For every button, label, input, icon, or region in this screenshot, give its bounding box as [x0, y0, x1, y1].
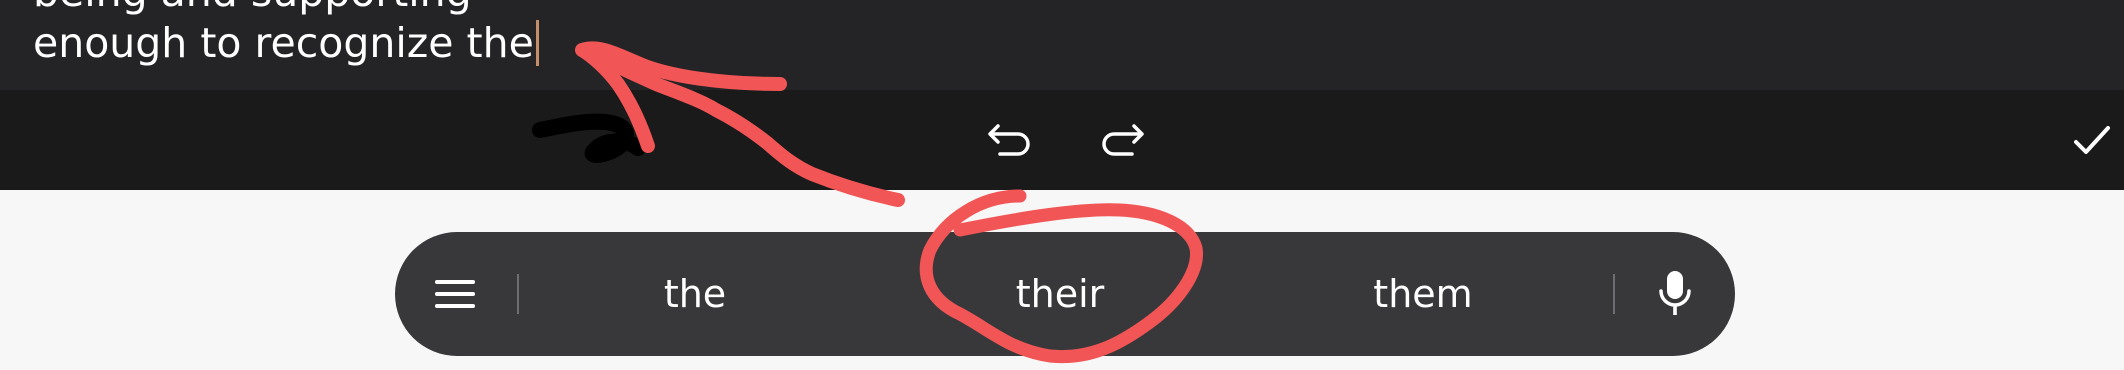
divider	[1613, 274, 1615, 314]
suggestion-item[interactable]: them	[1303, 232, 1543, 356]
undo-icon	[988, 124, 1030, 156]
text-editor[interactable]: being and supporting enough to recognize…	[0, 0, 2124, 90]
editor-previous-line: being and supporting	[33, 0, 472, 13]
suggestion-item[interactable]: their	[940, 232, 1180, 356]
menu-icon	[435, 280, 475, 308]
keyboard-area: the their them	[0, 190, 2124, 370]
editor-current-line[interactable]: enough to recognize the	[33, 20, 539, 66]
redo-button[interactable]	[1092, 110, 1152, 170]
screen: being and supporting enough to recognize…	[0, 0, 2124, 370]
check-icon	[2074, 126, 2110, 154]
suggestion-bar: the their them	[395, 232, 1735, 356]
text-caret	[535, 20, 539, 66]
divider	[517, 274, 519, 314]
voice-input-button[interactable]	[1645, 232, 1705, 356]
undo-button[interactable]	[980, 110, 1040, 170]
suggestion-item[interactable]: the	[575, 232, 815, 356]
editor-current-text: enough to recognize the	[33, 19, 534, 67]
redo-icon	[1102, 124, 1144, 156]
edit-toolbar	[0, 90, 2124, 190]
done-button[interactable]	[2062, 110, 2122, 170]
microphone-icon	[1659, 271, 1691, 315]
keyboard-menu-button[interactable]	[425, 232, 485, 356]
